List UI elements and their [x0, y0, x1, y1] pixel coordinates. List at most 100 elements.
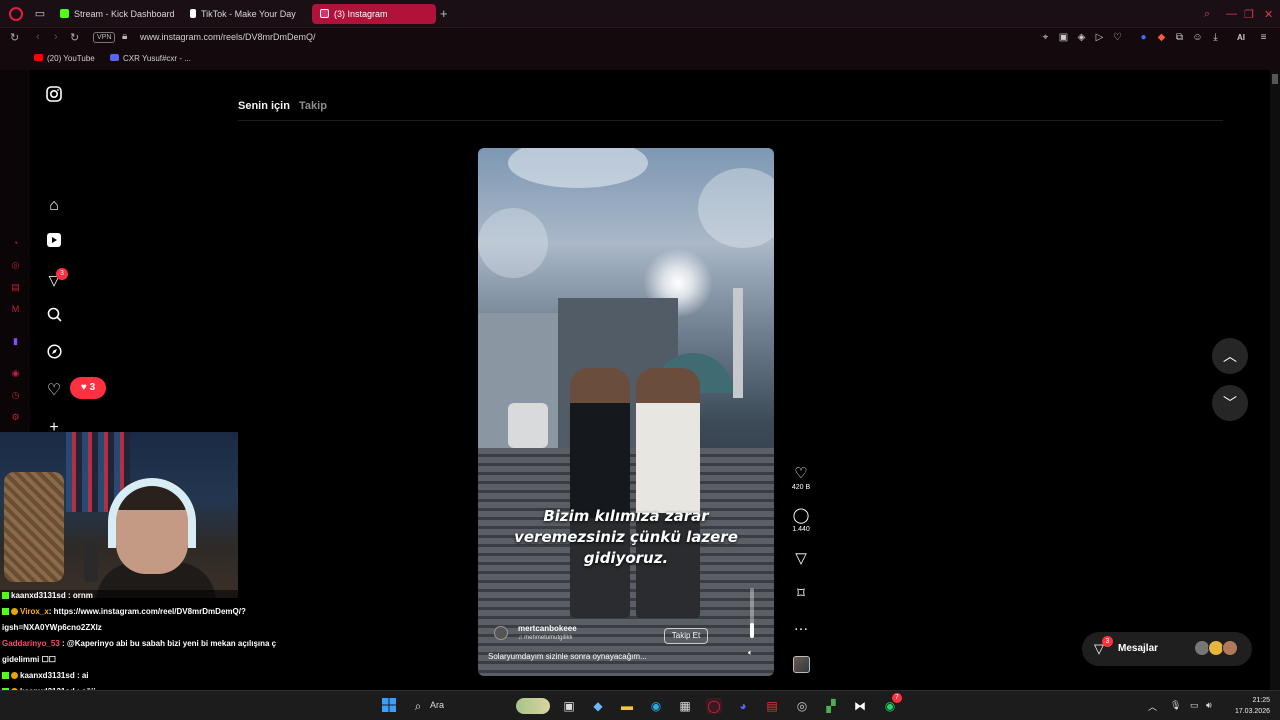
file-explorer-icon[interactable]: ▬	[619, 698, 635, 714]
notifications-bubble[interactable]: ♥ 3	[70, 377, 106, 399]
tab-for-you[interactable]: Senin için	[238, 100, 290, 112]
tab-kick-dashboard[interactable]: Stream - Kick Dashboard	[52, 4, 180, 24]
taskbar-search-box[interactable]: Ara	[430, 700, 444, 710]
opera-taskbar-icon[interactable]: ◯	[706, 698, 722, 714]
extension-fox-icon[interactable]: ◆	[1156, 32, 1167, 43]
sidebar-settings-icon[interactable]: ⚙	[10, 412, 21, 423]
store-icon[interactable]: ▦	[677, 698, 693, 714]
more-options-button[interactable]: …	[786, 618, 816, 634]
vpn-badge[interactable]: VPN	[93, 32, 116, 43]
chat-user: Virox_x	[20, 607, 49, 616]
sidebar-ai-icon[interactable]: ◎	[10, 260, 21, 271]
page-scrollbar[interactable]	[1270, 70, 1280, 690]
close-window-button[interactable]: ✕	[1264, 8, 1273, 21]
sidebar-messenger-icon[interactable]: ▤	[10, 282, 21, 293]
feed-divider	[238, 120, 1223, 121]
download-icon[interactable]: ⤓	[1210, 32, 1221, 43]
reels-icon[interactable]	[44, 233, 64, 253]
widgets-icon[interactable]	[516, 698, 550, 714]
like-button[interactable]: ♡ 420 B	[786, 466, 816, 492]
sidebar-mail-icon[interactable]: M	[10, 304, 21, 315]
reload-icon[interactable]: ↻	[10, 31, 19, 44]
steam-icon[interactable]: ◎	[794, 698, 810, 714]
sidebar-speed-dial-icon[interactable]: ◔	[10, 238, 21, 249]
forward-button[interactable]: ›	[54, 31, 58, 43]
sidebar-history-icon[interactable]: ◷	[10, 390, 21, 401]
audio-thumbnail[interactable]	[793, 656, 810, 673]
search-tabs-icon[interactable]: ⌕	[1204, 8, 1210, 21]
copilot-icon[interactable]: ◆	[590, 698, 606, 714]
bookmark-youtube[interactable]: (20) YouTube	[34, 54, 95, 63]
tab-following[interactable]: Takip	[299, 100, 327, 112]
share-button[interactable]: ▽	[786, 551, 816, 567]
chat-message-continued: igsh=NXA0YWp6cno2ZXlz	[2, 620, 102, 636]
previous-reel-button[interactable]: ︿	[1212, 338, 1248, 374]
minimize-button[interactable]: —	[1226, 8, 1237, 20]
extension-blue-icon[interactable]: ●	[1138, 32, 1149, 43]
browser-tab-bar: ▭ Stream - Kick Dashboard TikTok - Make …	[0, 0, 1280, 28]
windows-start-icon[interactable]	[381, 698, 397, 714]
youtube-icon	[34, 54, 43, 61]
capcut-icon[interactable]: ⧓	[852, 698, 868, 714]
heart-icon[interactable]: ♡	[1112, 32, 1123, 43]
taskbar-search-icon[interactable]: ⌕	[410, 698, 426, 714]
notifications-heart-icon[interactable]: ♡	[44, 381, 64, 401]
explore-icon[interactable]	[44, 344, 64, 364]
search-icon[interactable]	[44, 307, 64, 327]
microphone-icon[interactable]: 🎙︎	[1170, 700, 1181, 711]
refresh-button[interactable]: ↻	[70, 31, 79, 44]
messages-panel-button[interactable]: ▽ 3 Mesajlar	[1082, 632, 1252, 666]
next-reel-button[interactable]: ﹀	[1212, 385, 1248, 421]
whatsapp-badge: 7	[892, 693, 902, 703]
profile-icon[interactable]: ☺	[1192, 32, 1203, 43]
url-field[interactable]: www.instagram.com/reels/DV8mrDmDemQ/	[140, 32, 316, 42]
player-icon[interactable]: ▷	[1094, 32, 1105, 43]
comment-button[interactable]: ◯ 1.440	[786, 508, 816, 534]
snapshot-icon[interactable]: ▣	[1058, 32, 1069, 43]
reel-caption[interactable]: Solaryumdayım sizinle sonra oynayacağım.…	[488, 652, 647, 661]
app-icon[interactable]: ▞	[823, 698, 839, 714]
back-button[interactable]: ‹	[36, 31, 40, 43]
bookmark-discord[interactable]: CXR Yusuf#cxr - ...	[110, 54, 191, 63]
ai-button[interactable]: AI	[1230, 32, 1252, 43]
new-tab-button[interactable]: +	[440, 6, 448, 21]
menu-icon[interactable]: ≡	[1258, 32, 1269, 43]
chat-text: : @Kaperinyo abi bu sabah bizi yeni bi m…	[62, 639, 277, 648]
follow-button[interactable]: Takip Et	[664, 628, 708, 644]
feed-tabs: Senin için Takip	[238, 100, 333, 112]
chat-text: igsh=NXA0YWp6cno2ZXlz	[2, 623, 102, 632]
shield-icon[interactable]: ◈	[1076, 32, 1087, 43]
maximize-button[interactable]: ❐	[1244, 8, 1254, 21]
tray-chevron-icon[interactable]: ︿	[1148, 700, 1157, 713]
volume-tray-icon[interactable]: 🔊︎	[1206, 700, 1212, 711]
volume-slider[interactable]	[750, 588, 754, 638]
save-button[interactable]: ⌑	[786, 586, 816, 602]
opera-logo-icon[interactable]	[9, 7, 23, 21]
volume-icon[interactable]: 🔈︎	[748, 648, 753, 658]
extensions-icon[interactable]: ⧉	[1174, 32, 1185, 43]
reel-author[interactable]: mertcanbokeee ♫ mehmetumutgilikk	[488, 622, 688, 644]
tab-instagram[interactable]: (3) Instagram	[312, 4, 436, 24]
home-icon[interactable]: ⌂	[44, 196, 64, 216]
bookmark-pin-icon[interactable]: ⌖	[1040, 32, 1051, 43]
task-view-icon[interactable]: ▣	[561, 698, 577, 714]
tab-tiktok[interactable]: TikTok - Make Your Day	[182, 4, 306, 24]
media-app-icon[interactable]: ▤	[764, 698, 780, 714]
instagram-logo-icon[interactable]	[44, 86, 64, 106]
chat-text: : ornm	[67, 591, 93, 600]
reel-video[interactable]: Bizim kılımıza zarar veremezsiniz çünkü …	[478, 148, 774, 676]
reel-author-name[interactable]: mertcanbokeee	[518, 624, 577, 633]
reel-audio-user[interactable]: ♫ mehmetumutgilikk	[518, 635, 573, 641]
lock-icon[interactable]: 🔒︎	[122, 31, 127, 42]
sub-badge-icon	[11, 672, 18, 679]
reel-author-avatar[interactable]	[494, 626, 508, 640]
sidebar-twitch-icon[interactable]: ▮	[10, 336, 21, 347]
chat-user: kaanxd3131sd	[20, 671, 75, 680]
display-icon[interactable]: ▭	[1190, 700, 1199, 711]
tab-overview-icon[interactable]: ▭	[34, 8, 46, 20]
edge-icon[interactable]: ◉	[648, 698, 664, 714]
discord-taskbar-icon[interactable]: ◕	[735, 698, 751, 714]
clock[interactable]: 21:25 17.03.2026	[1228, 695, 1270, 717]
sidebar-player-icon[interactable]: ◉	[10, 368, 21, 379]
scrollbar-thumb[interactable]	[1272, 74, 1278, 84]
